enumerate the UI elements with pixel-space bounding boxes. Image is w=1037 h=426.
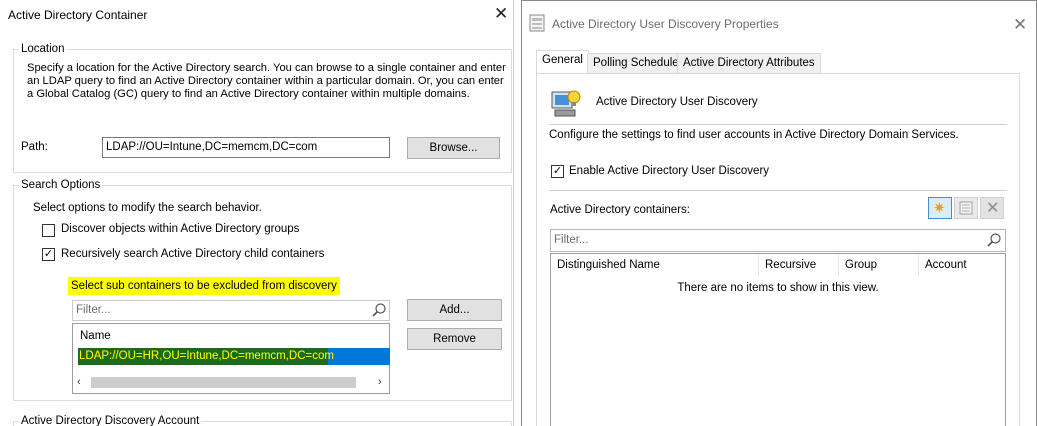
search-icon (987, 233, 1001, 247)
column-header-group[interactable]: Group (839, 254, 919, 276)
table-row[interactable]: LDAP://OU=HR,OU=Intune,DC=memcm,DC=com (78, 348, 390, 365)
recursive-label: Recursively search Active Directory chil… (61, 248, 325, 260)
exclude-label: Select sub containers to be excluded fro… (68, 277, 340, 295)
containers-filter-input[interactable]: Filter... (550, 229, 1006, 252)
account-group-title: Active Directory Discovery Account (19, 415, 202, 426)
dialog-title: Active Directory User Discovery Properti… (552, 17, 779, 31)
dialog-app-icon (529, 14, 545, 32)
path-label: Path: (21, 141, 48, 153)
close-icon[interactable]: ✕ (494, 5, 508, 22)
description: Configure the settings to find user acco… (549, 129, 959, 141)
exclude-list: Name LDAP://OU=HR,OU=Intune,DC=memcm,DC=… (72, 323, 390, 394)
close-icon[interactable]: ✕ (1013, 16, 1027, 33)
scroll-left-icon[interactable]: ‹ (77, 376, 81, 388)
recursive-checkbox[interactable]: ✓ (42, 248, 55, 261)
computer-icon (551, 90, 581, 117)
properties-button[interactable] (954, 197, 978, 219)
user-discovery-properties-dialog: Active Directory User Discovery Properti… (521, 0, 1037, 426)
delete-button[interactable]: ✕ (980, 197, 1004, 219)
column-header-account[interactable]: Account (919, 254, 1005, 276)
scroll-right-icon[interactable]: › (378, 376, 382, 388)
containers-list: Distinguished Name Recursive Group Accou… (550, 253, 1006, 426)
section-divider (549, 190, 1007, 191)
ad-container-dialog: Active Directory Container ✕ Location Sp… (0, 0, 514, 426)
search-options-title: Search Options (19, 179, 103, 191)
enable-discovery-checkbox[interactable]: ✓ (551, 165, 564, 178)
delete-icon: ✕ (986, 200, 1000, 217)
remove-button[interactable]: Remove (407, 328, 502, 350)
location-group-title: Location (19, 43, 67, 55)
new-container-button[interactable]: ✷ (928, 197, 952, 219)
discover-groups-label: Discover objects within Active Directory… (61, 223, 300, 235)
tab-general[interactable]: General (536, 50, 589, 74)
properties-icon (959, 201, 973, 215)
search-icon (372, 303, 386, 317)
tab-polling-schedule[interactable]: Polling Schedule (587, 53, 685, 74)
row-text: LDAP://OU=HR,OU=Intune,DC=memcm,DC=com (79, 350, 334, 362)
exclude-filter-placeholder: Filter... (76, 304, 111, 316)
discover-groups-checkbox[interactable] (42, 224, 55, 237)
exclude-filter-input[interactable]: Filter... (72, 300, 390, 321)
path-input[interactable]: LDAP://OU=Intune,DC=memcm,DC=com (102, 137, 390, 158)
header-title: Active Directory User Discovery (596, 96, 758, 108)
enable-discovery-label: Enable Active Directory User Discovery (569, 165, 770, 177)
containers-label: Active Directory containers: (550, 204, 690, 216)
header-divider (549, 124, 1007, 125)
column-header-distinguished-name[interactable]: Distinguished Name (551, 254, 759, 276)
containers-filter-placeholder: Filter... (554, 234, 589, 246)
starburst-icon: ✷ (933, 200, 946, 217)
tab-ad-attributes[interactable]: Active Directory Attributes (677, 53, 821, 74)
location-description: Specify a location for the Active Direct… (27, 62, 506, 100)
column-header-recursive[interactable]: Recursive (759, 254, 839, 276)
search-options-description: Select options to modify the search beha… (33, 202, 262, 214)
horizontal-scrollbar[interactable]: ‹ › (73, 374, 389, 391)
dialog-title: Active Directory Container (8, 8, 148, 22)
column-header-name[interactable]: Name (80, 330, 111, 342)
scroll-thumb[interactable] (91, 377, 356, 388)
add-button[interactable]: Add... (407, 299, 502, 321)
browse-button[interactable]: Browse... (407, 137, 500, 159)
empty-list-message: There are no items to show in this view. (677, 282, 879, 294)
